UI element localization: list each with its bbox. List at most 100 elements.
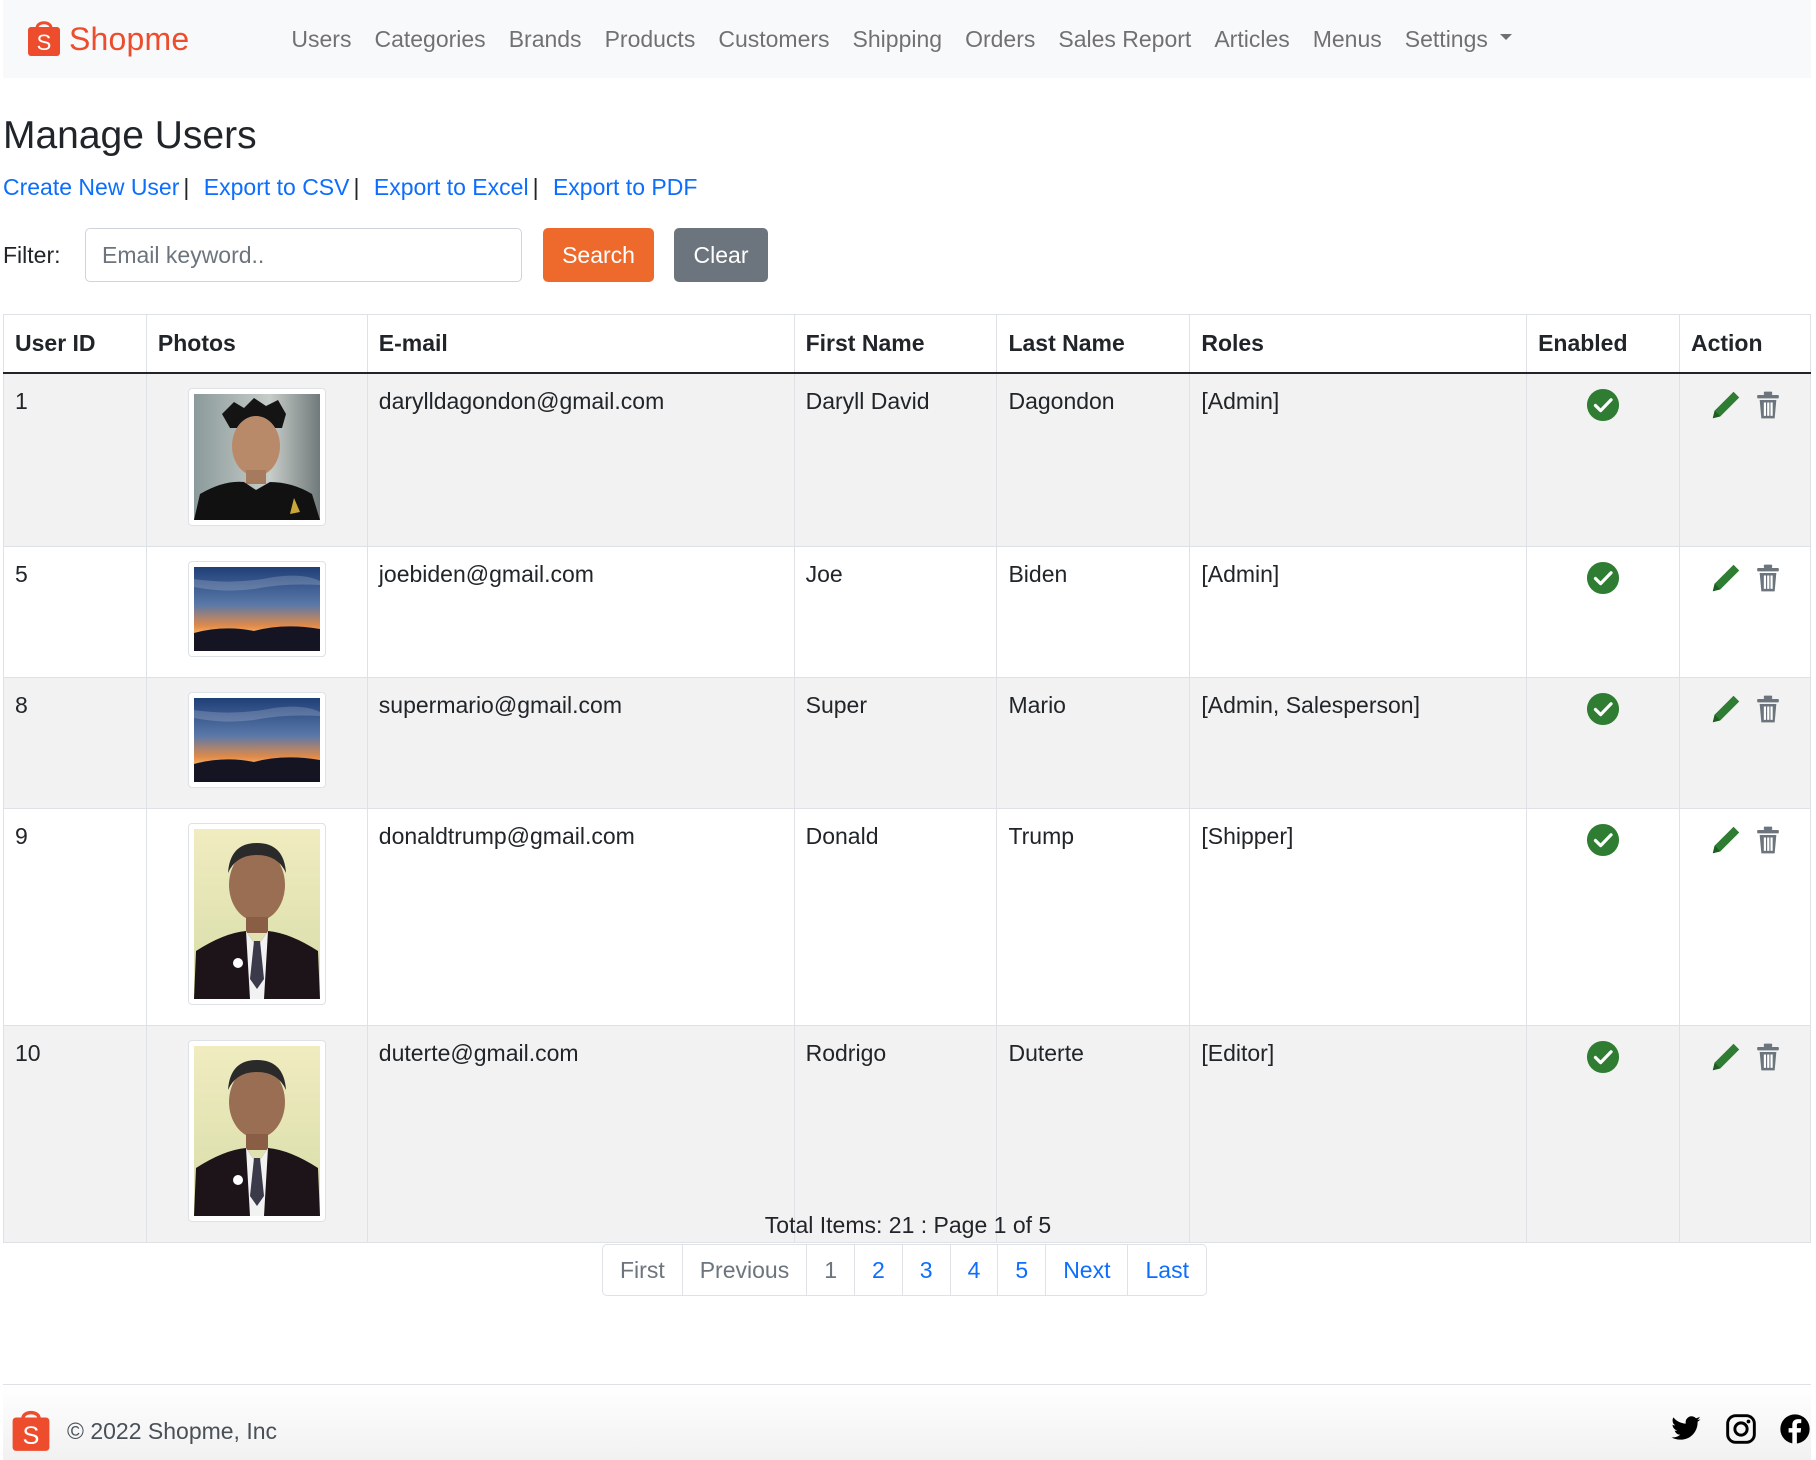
svg-text:S: S (37, 30, 52, 55)
cell-email: darylldagondon@gmail.com (366, 372, 795, 547)
filter-label: Filter: (3, 241, 61, 268)
check-circle-icon[interactable] (1586, 561, 1620, 601)
table-header-row: User ID Photos E-mail First Name Last Na… (3, 314, 1812, 374)
nav-item-menus[interactable]: Menus (1313, 26, 1382, 53)
separator: | (183, 174, 190, 200)
users-table: User ID Photos E-mail First Name Last Na… (3, 314, 1812, 1243)
nav-item-customers[interactable]: Customers (718, 26, 829, 53)
page-number-2[interactable]: 2 (854, 1244, 903, 1296)
brand-name: Shopme (69, 20, 190, 57)
separator: | (353, 174, 360, 200)
cell-enabled (1526, 676, 1680, 809)
page-last[interactable]: Last (1127, 1244, 1207, 1296)
facebook-icon[interactable] (1779, 1413, 1811, 1450)
twitter-icon[interactable] (1669, 1413, 1703, 1450)
check-circle-icon[interactable] (1586, 692, 1620, 732)
column-header-enabled[interactable]: Enabled (1526, 314, 1680, 374)
export-csv-link[interactable]: Export to CSV (204, 174, 350, 200)
column-header-first-name[interactable]: First Name (793, 314, 998, 374)
export-excel-link[interactable]: Export to Excel (374, 174, 529, 200)
column-header-photos: Photos (145, 314, 368, 374)
pencil-icon[interactable] (1709, 561, 1743, 601)
pencil-icon[interactable] (1709, 692, 1743, 732)
cell-user-id: 5 (3, 545, 147, 678)
cell-email: duterte@gmail.com (366, 1024, 795, 1243)
pagination-info: Total Items: 21 : Page 1 of 5 (764, 1212, 1052, 1238)
column-header-email[interactable]: E-mail (366, 314, 795, 374)
pencil-icon[interactable] (1709, 823, 1743, 863)
nav-item-sales-report[interactable]: Sales Report (1058, 26, 1191, 53)
cell-user-id: 9 (3, 807, 147, 1026)
table-row: 9 donaldtrump@gmail.com Donald Trump [Sh… (3, 807, 1812, 1026)
pencil-icon[interactable] (1709, 388, 1743, 428)
trash-icon[interactable] (1753, 562, 1783, 600)
page-previous: Previous (681, 1244, 808, 1296)
nav-item-products[interactable]: Products (605, 26, 696, 53)
column-header-action: Action (1678, 314, 1812, 374)
social-links (1669, 1413, 1811, 1450)
cell-first-name: Daryll David (793, 372, 998, 547)
cell-last-name: Dagondon (996, 372, 1191, 547)
nav-item-brands[interactable]: Brands (509, 26, 582, 53)
page-number-3[interactable]: 3 (901, 1244, 951, 1296)
nav-item-settings-dropdown[interactable]: Settings (1405, 26, 1512, 53)
column-header-last-name[interactable]: Last Name (996, 314, 1191, 374)
shopping-bag-logo-icon: S (27, 17, 61, 62)
cell-user-id: 1 (3, 372, 147, 547)
pagination: First Previous 1 2 3 4 5 Next Last (602, 1244, 1207, 1296)
shopping-bag-logo-icon: S (11, 1406, 51, 1457)
user-photo (187, 822, 326, 1005)
cell-email: donaldtrump@gmail.com (366, 807, 795, 1026)
cell-action (1678, 807, 1812, 1026)
cell-roles: [Admin] (1189, 545, 1528, 678)
cell-last-name: Duterte (996, 1024, 1191, 1243)
top-navbar: S Shopme Users Categories Brands Product… (3, 0, 1811, 78)
page-next[interactable]: Next (1045, 1244, 1129, 1296)
page-actions: Create New User | Export to CSV | Export t… (3, 174, 697, 201)
copyright-text: © 2022 Shopme, Inc (67, 1418, 278, 1444)
cell-enabled (1526, 1024, 1680, 1243)
cell-action (1678, 1024, 1812, 1243)
nav-item-orders[interactable]: Orders (965, 26, 1035, 53)
check-circle-icon[interactable] (1586, 1040, 1620, 1080)
email-keyword-input[interactable] (85, 228, 522, 282)
footer: S © 2022 Shopme, Inc (3, 1384, 1811, 1460)
cell-action (1678, 676, 1812, 809)
separator: | (532, 174, 539, 200)
cell-action (1678, 545, 1812, 678)
check-circle-icon[interactable] (1586, 823, 1620, 863)
instagram-icon[interactable] (1725, 1413, 1757, 1450)
cell-action (1678, 372, 1812, 547)
trash-icon[interactable] (1753, 824, 1783, 862)
cell-photo (145, 676, 368, 809)
svg-text:S: S (23, 1422, 40, 1450)
cell-photo (145, 372, 368, 547)
search-button[interactable]: Search (543, 228, 654, 282)
column-header-user-id[interactable]: User ID (3, 314, 147, 374)
page-number-5[interactable]: 5 (997, 1244, 1047, 1296)
cell-roles: [Editor] (1189, 1024, 1528, 1243)
brand-link[interactable]: S Shopme (27, 17, 189, 62)
clear-button[interactable]: Clear (674, 228, 768, 282)
cell-first-name: Super (793, 676, 998, 809)
nav-item-users[interactable]: Users (291, 26, 351, 53)
pencil-icon[interactable] (1709, 1040, 1743, 1080)
check-circle-icon[interactable] (1586, 388, 1620, 428)
cell-last-name: Trump (996, 807, 1191, 1026)
page-first: First (602, 1244, 683, 1296)
trash-icon[interactable] (1753, 1041, 1783, 1079)
create-new-user-link[interactable]: Create New User (3, 174, 179, 200)
nav-item-articles[interactable]: Articles (1214, 26, 1289, 53)
trash-icon[interactable] (1753, 389, 1783, 427)
trash-icon[interactable] (1753, 693, 1783, 731)
caret-down-icon (1499, 34, 1512, 41)
column-header-roles: Roles (1189, 314, 1528, 374)
export-pdf-link[interactable]: Export to PDF (553, 174, 697, 200)
table-row: 10 duterte@gmail.com Rodrigo Duterte [Ed… (3, 1024, 1812, 1243)
cell-photo (145, 1024, 368, 1243)
cell-photo (145, 807, 368, 1026)
nav-item-categories[interactable]: Categories (374, 26, 485, 53)
nav-item-shipping[interactable]: Shipping (853, 26, 943, 53)
page-number-4[interactable]: 4 (949, 1244, 999, 1296)
filter-form: Filter: Search Clear (3, 228, 768, 282)
